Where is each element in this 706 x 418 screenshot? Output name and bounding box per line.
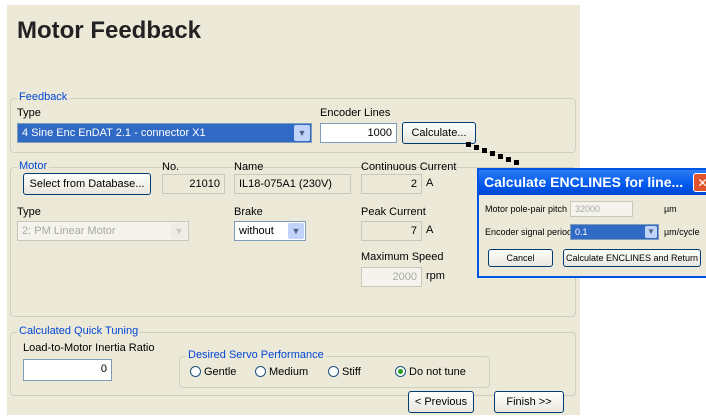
radio-gentle[interactable]: Gentle (190, 366, 236, 378)
pole-pitch-label: Motor pole-pair pitch (485, 204, 568, 214)
motor-type-label: Type (17, 206, 41, 218)
continuous-current-label: Continuous Current (361, 161, 457, 173)
peak-current-field: 7 (361, 221, 422, 241)
radio-do-not-tune[interactable]: Do not tune (395, 366, 466, 378)
motor-no-field: 21010 (162, 174, 225, 194)
inertia-ratio-input[interactable]: 0 (23, 359, 112, 381)
select-from-database-button[interactable]: Select from Database... (23, 173, 151, 195)
motor-type-select: 2: PM Linear Motor ▼ (17, 221, 189, 241)
pole-pitch-field: 32000 (570, 201, 633, 217)
radio-stiff-label: Stiff (342, 366, 361, 378)
continuous-current-field: 2 (361, 174, 422, 194)
max-speed-field: 2000 (361, 267, 422, 287)
chevron-down-icon[interactable]: ▼ (288, 223, 304, 239)
encoder-lines-label: Encoder Lines (320, 107, 391, 119)
dialog-cancel-button[interactable]: Cancel (488, 249, 553, 267)
radio-do-not-tune-label: Do not tune (409, 366, 466, 378)
peak-current-unit: A (426, 224, 434, 236)
motor-name-label: Name (234, 161, 264, 173)
radio-stiff[interactable]: Stiff (328, 366, 361, 378)
peak-current-label: Peak Current (361, 206, 426, 218)
radio-circle-icon[interactable] (328, 366, 339, 377)
chevron-down-icon: ▼ (171, 223, 187, 239)
feedback-group: Feedback Type 4 Sine Enc EnDAT 2.1 - con… (10, 91, 576, 153)
signal-period-select[interactable]: 0.1 ▼ (570, 224, 659, 240)
inertia-ratio-label: Load-to-Motor Inertia Ratio (23, 342, 155, 354)
brake-select[interactable]: without ▼ (234, 221, 306, 241)
previous-button[interactable]: < Previous (408, 391, 474, 413)
motor-legend: Motor (17, 160, 50, 172)
calculate-enclines-return-button[interactable]: Calculate ENCLINES and Return (563, 249, 701, 267)
signal-period-value: 0.1 (575, 227, 588, 237)
feedback-type-select[interactable]: 4 Sine Enc EnDAT 2.1 - connector X1 ▼ (17, 123, 312, 143)
pole-pitch-unit: µm (664, 204, 677, 214)
feedback-legend: Feedback (17, 91, 70, 103)
quick-tuning-group: Calculated Quick Tuning Load-to-Motor In… (10, 325, 576, 396)
signal-period-label: Encoder signal period (485, 227, 573, 237)
feedback-type-value: 4 Sine Enc EnDAT 2.1 - connector X1 (22, 127, 206, 139)
quick-tuning-legend: Calculated Quick Tuning (17, 325, 141, 337)
finish-button[interactable]: Finish >> (494, 391, 564, 413)
close-icon[interactable]: ✕ (693, 173, 706, 192)
motor-no-label: No. (162, 161, 180, 173)
brake-label: Brake (234, 206, 263, 218)
radio-medium-label: Medium (269, 366, 309, 378)
servo-performance-legend: Desired Servo Performance (186, 349, 326, 361)
brake-value: without (239, 225, 274, 237)
calculate-button[interactable]: Calculate... (402, 122, 476, 144)
feedback-type-label: Type (17, 107, 41, 119)
motor-type-value: 2: PM Linear Motor (22, 225, 116, 237)
calculate-enclines-dialog: Calculate ENCLINES for line... ✕ Motor p… (477, 168, 706, 278)
radio-circle-icon[interactable] (255, 366, 266, 377)
radio-selected-icon[interactable] (395, 366, 406, 377)
dialog-title: Calculate ENCLINES for line... (484, 174, 684, 190)
chevron-down-icon[interactable]: ▼ (645, 226, 657, 238)
page-title: Motor Feedback (17, 17, 202, 44)
radio-circle-icon[interactable] (190, 366, 201, 377)
motor-name-field: IL18-075A1 (230V) (234, 174, 351, 194)
encoder-lines-input[interactable]: 1000 (320, 123, 397, 143)
dialog-title-bar: Calculate ENCLINES for line... (479, 170, 706, 195)
servo-performance-group: Desired Servo Performance Gentle Medium … (179, 349, 490, 388)
continuous-current-unit: A (426, 177, 434, 189)
radio-gentle-label: Gentle (204, 366, 237, 378)
chevron-down-icon[interactable]: ▼ (294, 125, 310, 141)
max-speed-label: Maximum Speed (361, 251, 444, 263)
max-speed-unit: rpm (426, 270, 445, 282)
radio-medium[interactable]: Medium (255, 366, 308, 378)
signal-period-unit: µm/cycle (664, 227, 700, 237)
